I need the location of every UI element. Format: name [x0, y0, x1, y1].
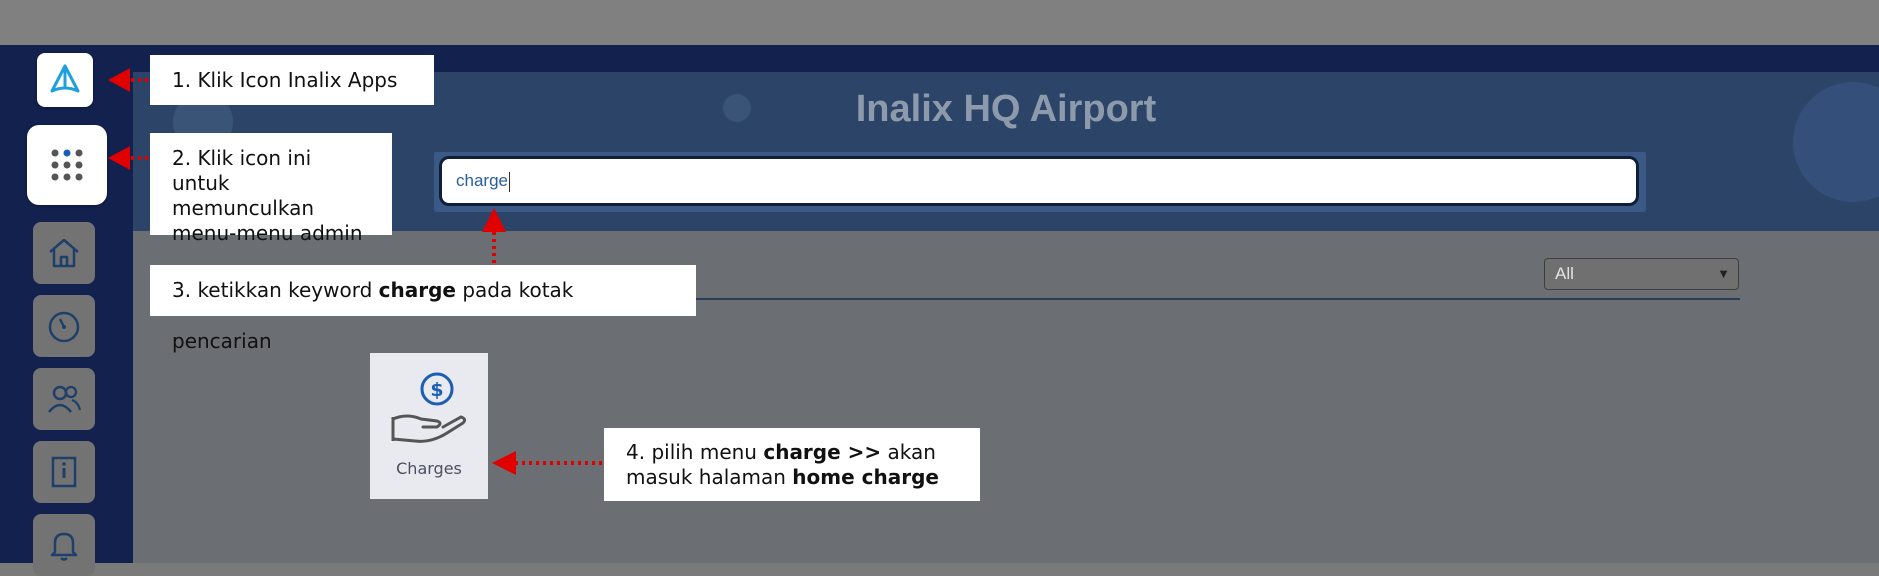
info-book-icon — [51, 456, 77, 488]
gear-icon — [1793, 82, 1879, 202]
callout-step-3: 3. ketikkan keyword charge pada kotak pe… — [150, 265, 696, 353]
sidebar-item-home[interactable] — [33, 222, 95, 284]
callout-step-2-line-3: menu-menu admin — [172, 221, 363, 245]
text-caret — [508, 171, 510, 192]
callout-step-2-line-1: 2. Klik icon ini untuk — [172, 146, 312, 195]
browser-top-bar — [0, 0, 1879, 45]
chevron-down-icon: ▼ — [1717, 266, 1730, 281]
dashboard-gauge-icon — [48, 311, 80, 343]
callout-step-4-mid: akan — [881, 440, 936, 464]
callout-step-1: 1. Klik Icon Inalix Apps — [150, 55, 434, 105]
sidebar-item-notifications[interactable] — [33, 514, 95, 576]
callout-step-4-bold-1: charge >> — [763, 440, 882, 464]
category-filter-value: All — [1555, 264, 1574, 283]
callout-step-1-text: 1. Klik Icon Inalix Apps — [172, 68, 398, 92]
bell-icon — [50, 532, 78, 561]
home-icon — [49, 238, 79, 268]
apps-grid-icon — [51, 149, 83, 181]
sidebar-item-info[interactable] — [33, 441, 95, 503]
dollar-hand-icon: $ — [391, 372, 467, 443]
section-divider — [580, 298, 1740, 300]
callout-step-2-line-2: memunculkan — [172, 196, 315, 220]
callout-step-4-line2-pre: masuk halaman — [626, 465, 793, 489]
callout-step-3-keyword: charge — [378, 278, 456, 302]
category-filter-select[interactable]: All ▼ — [1544, 258, 1739, 290]
callout-step-4: 4. pilih menu charge >> akan masuk halam… — [604, 428, 980, 501]
apps-grid-button[interactable] — [27, 125, 107, 205]
search-input[interactable]: charge — [439, 156, 1639, 206]
callout-step-4-bold-2: home charge — [792, 465, 939, 489]
sidebar-item-dashboard[interactable] — [33, 295, 95, 357]
callout-step-2: 2. Klik icon ini untuk memunculkan menu-… — [150, 133, 392, 245]
callout-step-4-pre: 4. pilih menu — [626, 440, 764, 464]
charges-menu-label: Charges — [396, 459, 462, 478]
inalix-apps-button[interactable] — [37, 53, 93, 107]
users-icon — [48, 385, 82, 413]
search-input-value: charge — [456, 171, 508, 190]
callout-step-3-pre: 3. ketikkan keyword — [172, 278, 379, 302]
sidebar-item-users[interactable] — [33, 368, 95, 430]
charges-menu-tile[interactable]: $ Charges — [370, 353, 488, 499]
inalix-logo-icon — [50, 64, 80, 93]
svg-text:$: $ — [430, 379, 443, 401]
